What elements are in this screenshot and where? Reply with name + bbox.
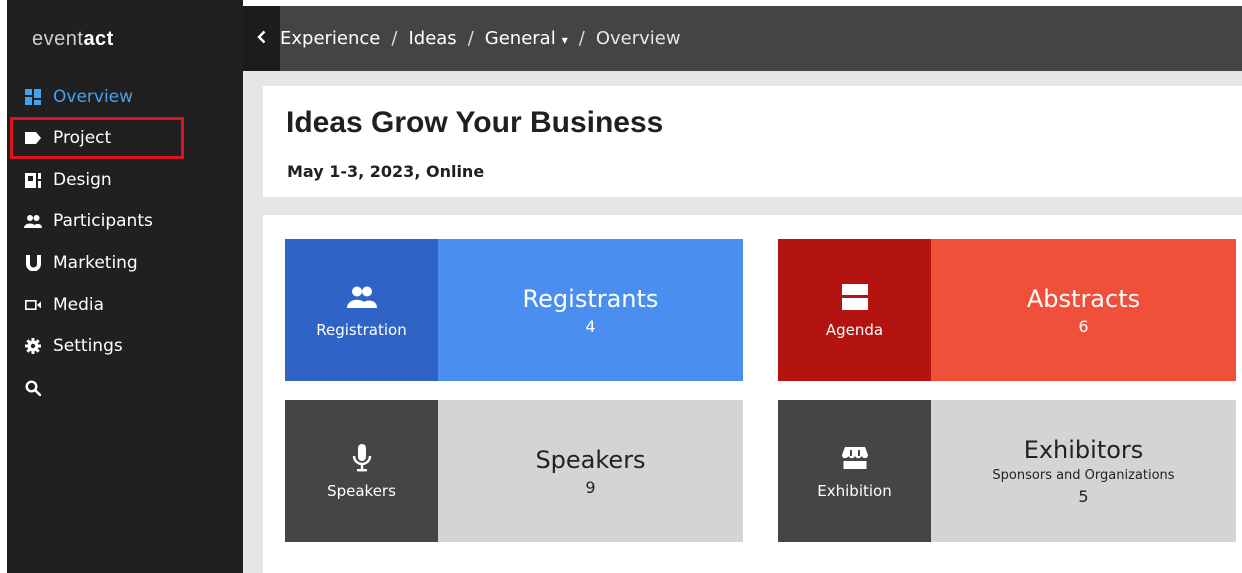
tile-subtitle: Sponsors and Organizations bbox=[992, 468, 1175, 483]
people-icon bbox=[23, 214, 43, 228]
tile-left-label: Exhibition bbox=[817, 482, 892, 500]
breadcrumb-general-dropdown[interactable]: General ▾ bbox=[485, 28, 568, 49]
chevron-left-icon bbox=[257, 28, 266, 49]
design-icon bbox=[23, 172, 43, 188]
tile-count: 9 bbox=[585, 477, 596, 497]
registration-tile[interactable]: Registration Registrants 4 bbox=[285, 239, 743, 381]
breadcrumb-overview: Overview bbox=[595, 28, 681, 49]
tile-title: Registrants bbox=[522, 284, 659, 313]
breadcrumb-experience[interactable]: Experience bbox=[280, 28, 380, 49]
breadcrumb-separator: / bbox=[578, 28, 585, 49]
page-title: Ideas Grow Your Business bbox=[286, 106, 664, 139]
tile-count: 4 bbox=[585, 316, 596, 336]
caret-down-icon: ▾ bbox=[561, 33, 568, 47]
sidebar-item-overview[interactable]: Overview bbox=[17, 79, 237, 115]
event-date-location: May 1-3, 2023, Online bbox=[287, 162, 485, 181]
breadcrumb-separator: / bbox=[467, 28, 474, 49]
speakers-tile[interactable]: Speakers Speakers 9 bbox=[285, 400, 743, 542]
sidebar-item-label: Participants bbox=[53, 211, 153, 231]
sidebar-item-design[interactable]: Design bbox=[17, 162, 237, 198]
breadcrumb-ideas[interactable]: Ideas bbox=[408, 28, 456, 49]
tile-count: 6 bbox=[1078, 316, 1089, 336]
breadcrumb-general-label: General bbox=[484, 28, 556, 49]
registrants-tile-right[interactable]: Registrants 4 bbox=[438, 239, 743, 381]
gear-icon bbox=[23, 338, 43, 354]
breadcrumb-bar: Experience / Ideas / General ▾ / Overview bbox=[243, 6, 1242, 71]
tile-title: Abstracts bbox=[1026, 284, 1141, 313]
storefront-icon bbox=[841, 442, 868, 474]
sidebar-item-media[interactable]: Media bbox=[17, 287, 237, 323]
logo-text-bold: act bbox=[83, 28, 114, 50]
tile-left-label: Registration bbox=[316, 321, 407, 339]
magnet-icon bbox=[23, 255, 43, 271]
sidebar-item-participants[interactable]: Participants bbox=[17, 203, 237, 239]
exhibition-tile-left[interactable]: Exhibition bbox=[778, 400, 931, 542]
tile-count: 5 bbox=[1078, 487, 1089, 506]
exhibitors-tile-right[interactable]: Exhibitors Sponsors and Organizations 5 bbox=[931, 400, 1236, 542]
people-icon bbox=[346, 281, 377, 313]
tile-left-label: Agenda bbox=[825, 321, 884, 339]
tile-title: Exhibitors bbox=[1023, 436, 1144, 464]
search-button[interactable] bbox=[17, 370, 57, 406]
tile-left-label: Speakers bbox=[327, 482, 396, 500]
logo-text-light: event bbox=[32, 28, 84, 50]
tile-title: Speakers bbox=[535, 445, 646, 474]
exhibition-tile[interactable]: Exhibition Exhibitors Sponsors and Organ… bbox=[778, 400, 1236, 542]
registration-tile-left[interactable]: Registration bbox=[285, 239, 438, 381]
sidebar-item-label: Overview bbox=[53, 87, 134, 107]
agenda-icon bbox=[841, 281, 868, 313]
back-button[interactable] bbox=[243, 6, 280, 71]
highlight-box bbox=[10, 117, 184, 159]
app-logo[interactable]: eventact bbox=[32, 28, 114, 51]
speakers-tile-left[interactable]: Speakers bbox=[285, 400, 438, 542]
breadcrumb-separator: / bbox=[391, 28, 398, 49]
dashboard-icon bbox=[23, 89, 43, 105]
agenda-tile[interactable]: Agenda Abstracts 6 bbox=[778, 239, 1236, 381]
breadcrumb: Experience / Ideas / General ▾ / Overview bbox=[280, 28, 681, 49]
video-icon bbox=[23, 300, 43, 310]
microphone-icon bbox=[352, 442, 372, 474]
abstracts-tile-right[interactable]: Abstracts 6 bbox=[931, 239, 1236, 381]
speakers-tile-right[interactable]: Speakers 9 bbox=[438, 400, 743, 542]
sidebar: eventact Overview Project Design Partici… bbox=[7, 0, 243, 573]
search-icon bbox=[23, 380, 43, 396]
sidebar-item-marketing[interactable]: Marketing bbox=[17, 245, 237, 281]
sidebar-item-label: Design bbox=[53, 170, 112, 190]
sidebar-item-label: Marketing bbox=[53, 253, 138, 273]
sidebar-item-label: Media bbox=[53, 295, 105, 315]
sidebar-item-settings[interactable]: Settings bbox=[17, 328, 237, 364]
agenda-tile-left[interactable]: Agenda bbox=[778, 239, 931, 381]
sidebar-item-label: Settings bbox=[53, 336, 123, 356]
